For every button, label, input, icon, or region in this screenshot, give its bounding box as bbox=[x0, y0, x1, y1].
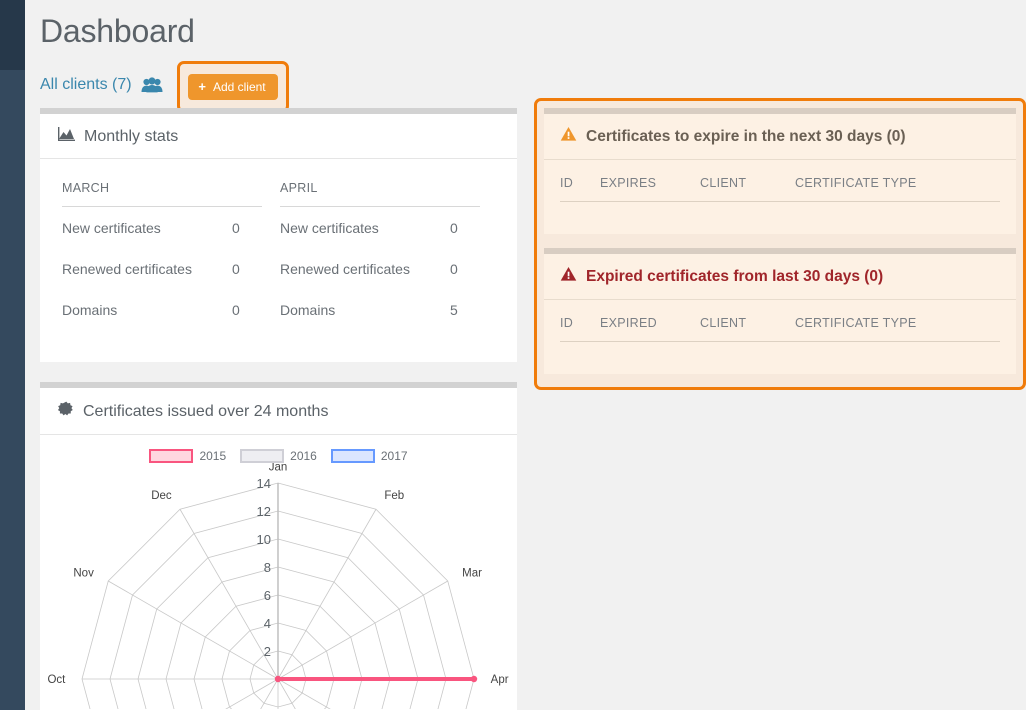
stats-row: Renewed certificates 0 bbox=[62, 248, 262, 289]
plus-icon: + bbox=[198, 79, 206, 94]
svg-text:6: 6 bbox=[264, 588, 271, 603]
column-header-certificate-type[interactable]: CERTIFICATE TYPE bbox=[795, 176, 955, 190]
table-empty-body bbox=[560, 342, 1000, 374]
stats-row: New certificates 0 bbox=[280, 207, 480, 248]
column-header-client[interactable]: CLIENT bbox=[700, 176, 795, 190]
certificates-chart-panel: Certificates issued over 24 months 2015 … bbox=[40, 382, 517, 710]
add-client-highlight: + Add client bbox=[177, 61, 289, 113]
table-header-row: ID EXPIRES CLIENT CERTIFICATE TYPE bbox=[560, 176, 1000, 202]
page-content: Dashboard All clients (7) + Add client M… bbox=[25, 0, 1026, 710]
stats-row-value: 0 bbox=[450, 261, 458, 277]
stats-row-label: Renewed certificates bbox=[62, 261, 192, 277]
monthly-stats-header: Monthly stats bbox=[40, 114, 517, 159]
column-header-expired[interactable]: EXPIRED bbox=[600, 316, 700, 330]
panel-divider bbox=[544, 234, 1016, 248]
svg-text:10: 10 bbox=[257, 532, 271, 547]
all-clients-link[interactable]: All clients (7) bbox=[40, 70, 132, 100]
expiring-certificates-panel: Certificates to expire in the next 30 da… bbox=[544, 108, 1016, 234]
monthly-stats-panel: Monthly stats MARCH New certificates 0 R… bbox=[40, 108, 517, 362]
sidebar-logo-area[interactable] bbox=[0, 0, 25, 70]
svg-text:Apr: Apr bbox=[491, 674, 509, 686]
column-header-certificate-type[interactable]: CERTIFICATE TYPE bbox=[795, 316, 955, 330]
stats-row-value: 0 bbox=[450, 220, 458, 236]
stats-row-label: Domains bbox=[62, 302, 118, 318]
table-header-row: ID EXPIRED CLIENT CERTIFICATE TYPE bbox=[560, 316, 1000, 342]
svg-text:Jan: Jan bbox=[269, 463, 288, 473]
danger-triangle-icon bbox=[560, 266, 577, 287]
stats-column-april: APRIL New certificates 0 Renewed certifi… bbox=[280, 181, 480, 330]
svg-text:Mar: Mar bbox=[462, 568, 482, 580]
stats-row: Renewed certificates 0 bbox=[280, 248, 480, 289]
expired-certificates-title: Expired certificates from last 30 days (… bbox=[586, 267, 884, 285]
certificates-chart-header: Certificates issued over 24 months bbox=[40, 388, 517, 435]
svg-text:Nov: Nov bbox=[73, 568, 94, 580]
radar-chart[interactable]: 2468101214JanFebMarAprMayJunJulAugSepOct… bbox=[40, 461, 517, 710]
users-icon[interactable] bbox=[141, 77, 163, 93]
expiring-certificates-header: Certificates to expire in the next 30 da… bbox=[544, 114, 1016, 160]
column-header-id[interactable]: ID bbox=[560, 176, 600, 190]
svg-text:4: 4 bbox=[264, 616, 271, 631]
stats-row-value: 5 bbox=[450, 302, 458, 318]
stats-row-label: New certificates bbox=[62, 220, 161, 236]
alerts-highlight-box: Certificates to expire in the next 30 da… bbox=[534, 98, 1026, 390]
svg-text:8: 8 bbox=[264, 560, 271, 575]
legend-label: 2016 bbox=[290, 449, 317, 463]
legend-item[interactable]: 2016 bbox=[240, 449, 317, 463]
all-clients-row: All clients (7) bbox=[40, 70, 163, 100]
legend-item[interactable]: 2015 bbox=[149, 449, 226, 463]
radar-chart-svg: 2468101214JanFebMarAprMayJunJulAugSepOct… bbox=[47, 461, 509, 710]
expired-certificates-panel: Expired certificates from last 30 days (… bbox=[544, 248, 1016, 374]
dashboard-page: Dashboard All clients (7) + Add client M… bbox=[0, 0, 1026, 710]
table-empty-body bbox=[560, 202, 1000, 234]
svg-text:Feb: Feb bbox=[384, 490, 404, 502]
add-client-button[interactable]: + Add client bbox=[188, 74, 278, 100]
legend-swatch-2016 bbox=[240, 449, 285, 463]
column-header-client[interactable]: CLIENT bbox=[700, 316, 795, 330]
svg-text:2: 2 bbox=[264, 644, 271, 659]
expiring-certificates-title: Certificates to expire in the next 30 da… bbox=[586, 127, 906, 145]
certificates-chart-title: Certificates issued over 24 months bbox=[83, 402, 329, 420]
legend-label: 2017 bbox=[380, 449, 408, 463]
stats-row-value: 0 bbox=[232, 261, 240, 277]
area-chart-icon bbox=[58, 127, 75, 146]
stats-row-value: 0 bbox=[232, 220, 240, 236]
expired-certificates-table: ID EXPIRED CLIENT CERTIFICATE TYPE bbox=[544, 300, 1016, 374]
stats-row: Domains 0 bbox=[62, 289, 262, 330]
chart-legend: 2015 2016 2017 bbox=[40, 435, 517, 463]
svg-text:Dec: Dec bbox=[151, 490, 172, 502]
monthly-stats-title: Monthly stats bbox=[84, 127, 179, 145]
legend-swatch-2015 bbox=[149, 449, 194, 463]
stats-month-label: APRIL bbox=[280, 181, 480, 207]
stats-column-march: MARCH New certificates 0 Renewed certifi… bbox=[62, 181, 262, 330]
monthly-stats-body: MARCH New certificates 0 Renewed certifi… bbox=[40, 159, 517, 330]
svg-text:Oct: Oct bbox=[47, 674, 66, 686]
expiring-certificates-table: ID EXPIRES CLIENT CERTIFICATE TYPE bbox=[544, 160, 1016, 234]
page-title: Dashboard bbox=[40, 13, 195, 49]
column-header-expires[interactable]: EXPIRES bbox=[600, 176, 700, 190]
legend-label: 2015 bbox=[199, 449, 227, 463]
stats-row-label: Renewed certificates bbox=[280, 261, 410, 277]
add-client-label: Add client bbox=[212, 79, 266, 94]
warning-triangle-icon bbox=[560, 126, 577, 147]
legend-swatch-2017 bbox=[330, 449, 375, 463]
sidebar[interactable] bbox=[0, 0, 25, 710]
expired-certificates-header: Expired certificates from last 30 days (… bbox=[544, 254, 1016, 300]
legend-item[interactable]: 2017 bbox=[330, 449, 408, 463]
certificate-icon bbox=[57, 401, 74, 422]
stats-row: New certificates 0 bbox=[62, 207, 262, 248]
stats-row-label: New certificates bbox=[280, 220, 379, 236]
stats-row: Domains 5 bbox=[280, 289, 480, 330]
column-header-id[interactable]: ID bbox=[560, 316, 600, 330]
svg-text:12: 12 bbox=[257, 504, 271, 519]
stats-month-label: MARCH bbox=[62, 181, 262, 207]
stats-row-label: Domains bbox=[280, 302, 336, 318]
svg-text:14: 14 bbox=[257, 476, 271, 491]
stats-row-value: 0 bbox=[232, 302, 240, 318]
